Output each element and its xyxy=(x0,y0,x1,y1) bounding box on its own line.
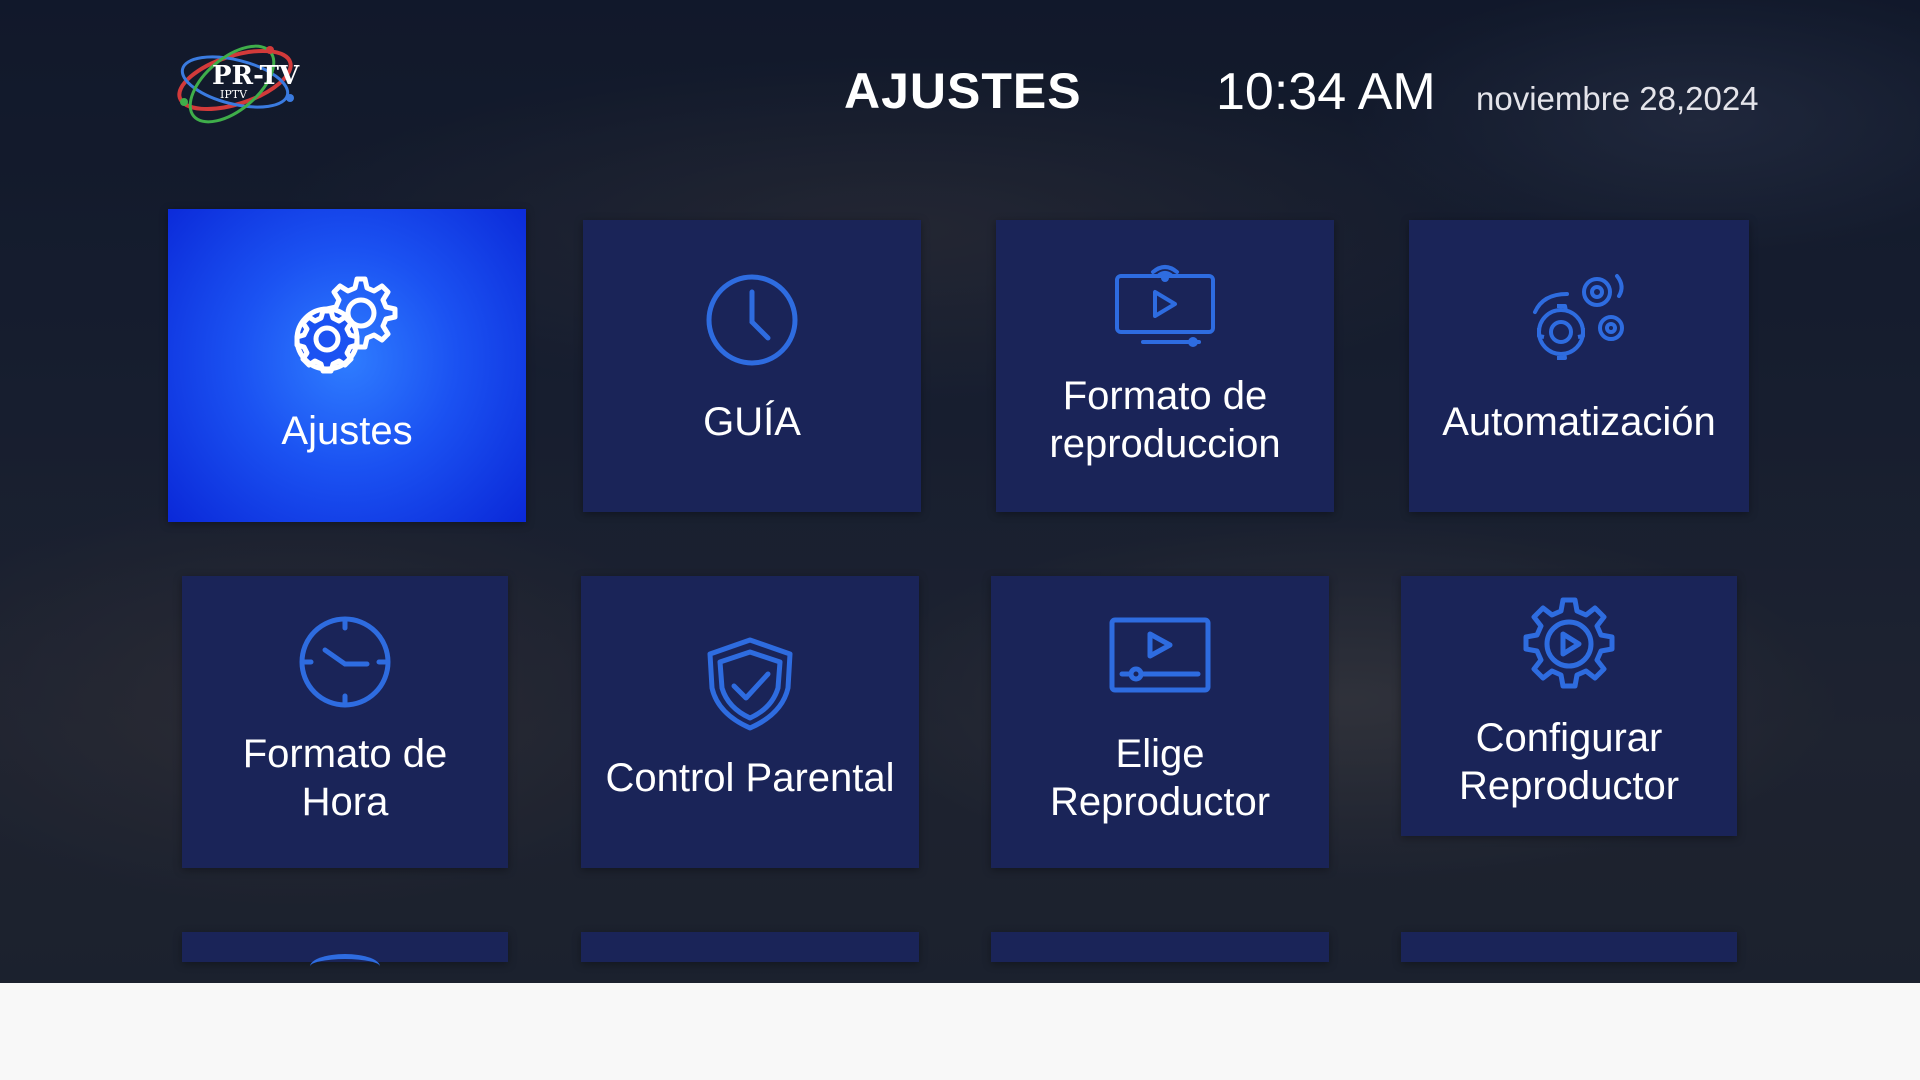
svg-text:IPTV: IPTV xyxy=(220,88,248,101)
tv-screen: PR-TV IPTV AJUSTES 10:34 AM noviembre 28… xyxy=(0,0,1920,983)
tv-play-icon xyxy=(1113,260,1217,355)
gears-icon xyxy=(287,269,407,384)
shield-check-icon xyxy=(702,636,798,737)
tile-formato-hora[interactable]: Formato de Hora xyxy=(182,576,508,868)
tile-label: GUÍA xyxy=(703,400,801,444)
tile-ajustes[interactable]: Ajustes xyxy=(168,209,526,522)
tile-elige-reproductor[interactable]: Elige Reproductor xyxy=(991,576,1329,868)
tile-row3-3[interactable] xyxy=(991,932,1329,962)
gear-play-icon xyxy=(1517,596,1621,697)
current-date: noviembre 28,2024 xyxy=(1476,80,1759,117)
tile-formato-reproduccion[interactable]: Formato de reproduccion xyxy=(996,220,1334,512)
tile-row3-4[interactable] xyxy=(1401,932,1737,962)
current-time: 10:34 AM xyxy=(1216,63,1436,121)
tile-guia[interactable]: GUÍA xyxy=(583,220,921,512)
page-title: AJUSTES xyxy=(844,63,1082,119)
tile-automatizacion[interactable]: Automatización xyxy=(1409,220,1749,512)
tile-row3-1[interactable] xyxy=(182,932,508,962)
tile-row3-2[interactable] xyxy=(581,932,919,962)
tile-label: Control Parental xyxy=(605,756,895,800)
svg-text:PR-TV: PR-TV xyxy=(212,61,300,91)
tile-label: Formato de reproduccion xyxy=(1049,374,1281,466)
tile-control-parental[interactable]: Control Parental xyxy=(581,576,919,868)
tile-label: Ajustes xyxy=(281,409,413,453)
tile-configurar-reproductor[interactable]: Configurar Reproductor xyxy=(1401,576,1737,836)
tile-label: Automatización xyxy=(1442,400,1716,444)
clock-icon xyxy=(702,270,802,375)
tile-label: Elige Reproductor xyxy=(1049,732,1271,824)
tile-label: Configurar Reproductor xyxy=(1458,716,1680,808)
app-logo: PR-TV IPTV xyxy=(170,36,305,126)
video-player-icon xyxy=(1108,616,1212,701)
tile-label: Formato de Hora xyxy=(242,732,448,824)
clock-icon xyxy=(295,612,395,717)
automation-gears-icon xyxy=(1527,272,1631,371)
partial-icon xyxy=(310,954,380,979)
